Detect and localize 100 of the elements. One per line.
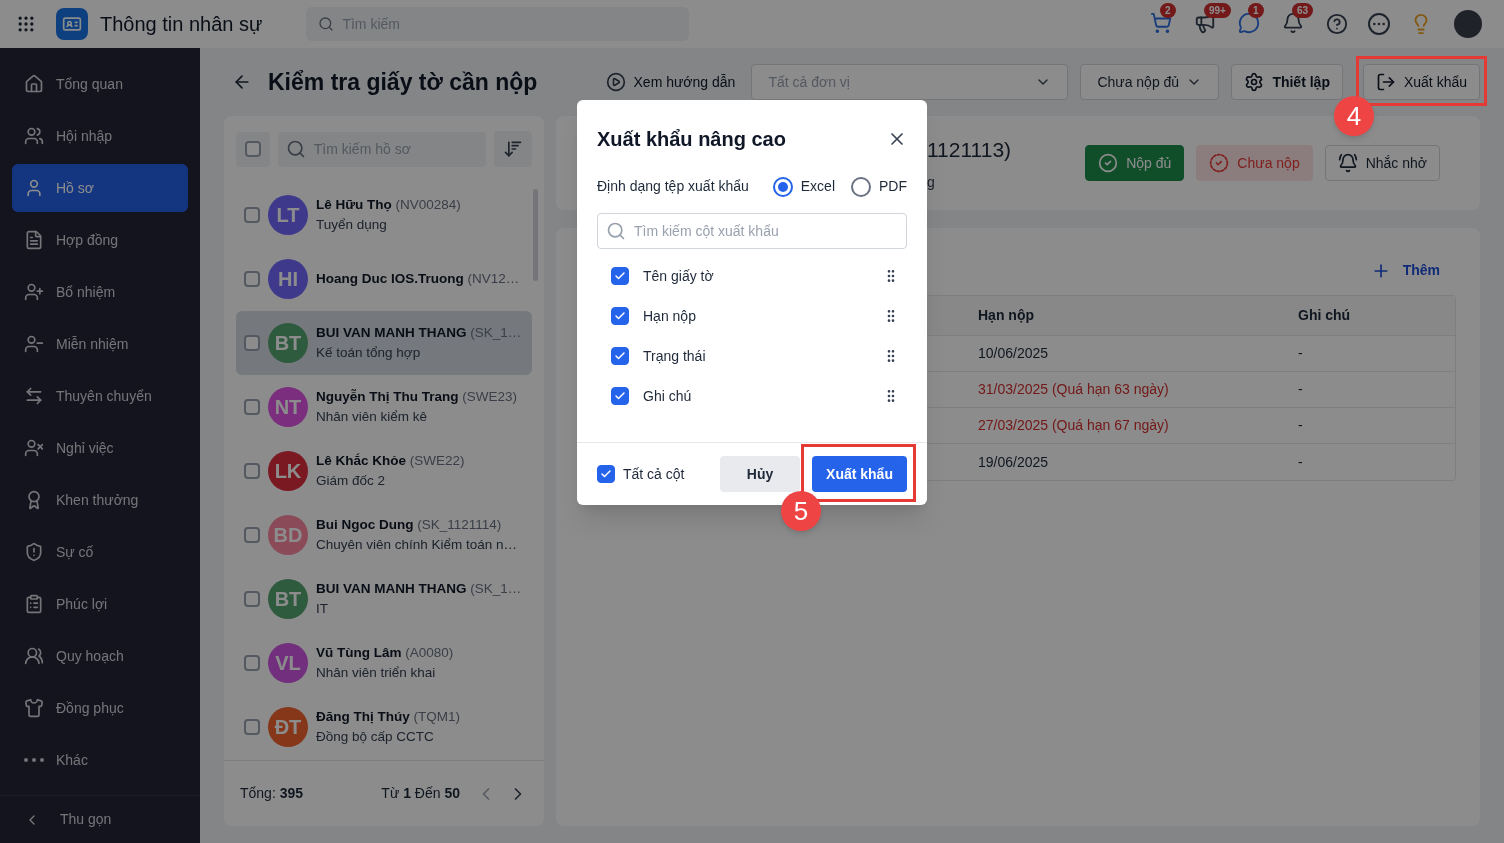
person-minus-icon	[24, 334, 44, 354]
sort-button[interactable]	[494, 131, 532, 167]
note-cell-text: -	[1297, 344, 1303, 363]
checkbox[interactable]	[611, 307, 629, 325]
settings-icon	[1244, 72, 1265, 92]
status-select[interactable]: Chưa nộp đủ	[1080, 64, 1220, 100]
dialog-title: Xuất khẩu nâng cao	[597, 127, 786, 152]
nav-item[interactable]: Khác	[12, 736, 188, 784]
nav-item[interactable]: Nghỉ việc	[12, 424, 188, 472]
shield-icon	[24, 542, 44, 562]
nav-item[interactable]: Thuyên chuyển	[12, 372, 188, 420]
employee-name: Lê Hữu Thọ (NV00284)	[316, 196, 461, 214]
clipboard-icon	[24, 594, 44, 614]
initials-avatar: HI	[268, 259, 308, 299]
status-action-button[interactable]: Nộp đủ	[1085, 145, 1185, 181]
collapse-link[interactable]: Thu gọn	[60, 809, 112, 830]
nav-item[interactable]: Hồ sơ	[12, 164, 188, 212]
dots-icon	[24, 758, 44, 762]
people-icon	[24, 646, 44, 666]
count-badge: 63	[1292, 3, 1314, 18]
employee-subtitle: g	[927, 173, 936, 192]
person-icon	[24, 178, 44, 198]
row-checkbox[interactable]	[244, 335, 260, 351]
row-checkbox[interactable]	[244, 463, 260, 479]
checkbox[interactable]	[597, 465, 615, 483]
format-label: Định dạng tệp xuất khẩu	[597, 177, 749, 196]
more-icon[interactable]	[1368, 13, 1390, 35]
unit-select[interactable]: Tất cả đơn vị	[751, 64, 1069, 100]
employee-position: Nhân viên triển khai	[316, 664, 437, 682]
radio-button[interactable]	[851, 176, 871, 197]
radio-label: Excel	[800, 177, 835, 196]
search-icon	[318, 16, 335, 32]
export-button[interactable]: Xuất khẩu	[1362, 64, 1480, 100]
radio-button[interactable]	[772, 176, 793, 197]
initials-avatar: NT	[268, 387, 308, 427]
status-action-button[interactable]: Chưa nộp	[1196, 145, 1313, 181]
bell-icon[interactable]	[1282, 12, 1304, 34]
initials-avatar: LK	[268, 451, 308, 491]
home-icon	[24, 74, 44, 94]
row-checkbox[interactable]	[244, 655, 260, 671]
employee-name: BUI VAN MANH THANG (SK_1…	[316, 324, 522, 342]
play-icon	[605, 72, 626, 92]
nav-item[interactable]: Quy hoạch	[12, 632, 188, 680]
cancel-button[interactable]: Hủy	[720, 456, 800, 492]
page-range: Từ 1 Đến 50	[381, 784, 460, 803]
select-all-checkbox[interactable]	[244, 141, 261, 157]
check-icon	[614, 270, 626, 282]
nav-item[interactable]: Hợp đồng	[12, 216, 188, 264]
initials-avatar: BT	[268, 323, 308, 363]
row-checkbox[interactable]	[244, 271, 260, 287]
initials-avatar: VL	[268, 643, 308, 683]
nav-item[interactable]: Sự cố	[12, 528, 188, 576]
employee-position: IT	[316, 600, 329, 618]
row-checkbox[interactable]	[244, 207, 260, 223]
nav-item[interactable]: Khen thưởng	[12, 476, 188, 524]
employee-position: Nhân viên kiểm kê	[316, 408, 429, 426]
scrollbar[interactable]	[533, 189, 538, 281]
row-checkbox[interactable]	[244, 719, 260, 735]
employee-name: Nguyễn Thị Thu Trang (SWE23)	[316, 388, 518, 406]
employee-position: Chuyên viên chính Kiểm toán n…	[316, 536, 518, 554]
guide-button[interactable]: Xem hướng dẫn	[605, 71, 736, 93]
checkbox[interactable]	[611, 347, 629, 365]
employee-position: Giám đốc 2	[316, 472, 387, 490]
row-checkbox[interactable]	[244, 591, 260, 607]
nav-item[interactable]: Hội nhập	[12, 112, 188, 160]
employee-row[interactable]: BT BUI VAN MANH THANG (SK_1… Kế toán tổng hợp	[236, 311, 532, 375]
help-icon[interactable]	[1326, 13, 1348, 35]
nav-item[interactable]: Miễn nhiệm	[12, 320, 188, 368]
employee-name: BUI VAN MANH THANG (SK_1…	[316, 580, 522, 598]
app-grid-icon[interactable]	[16, 14, 36, 34]
people-icon	[24, 126, 44, 146]
chat-icon[interactable]	[1238, 12, 1260, 34]
initials-avatar: ĐT	[268, 707, 308, 747]
nav-item[interactable]: Tổng quan	[12, 60, 188, 108]
row-checkbox[interactable]	[244, 399, 260, 415]
confirm-export-button[interactable]: Xuất khẩu	[812, 456, 907, 492]
row-checkbox[interactable]	[244, 527, 260, 543]
search-icon	[285, 139, 306, 159]
add-button[interactable]: Thêm	[1370, 260, 1440, 281]
checkbox[interactable]	[611, 267, 629, 285]
cart-icon[interactable]	[1150, 12, 1172, 34]
person-x-icon	[24, 438, 44, 458]
status-action-button[interactable]: Nhắc nhở	[1324, 145, 1440, 181]
app-title: Thông tin nhân sự	[100, 12, 263, 37]
nav-item[interactable]: Bổ nhiệm	[12, 268, 188, 316]
column-search-field[interactable]: Tìm kiếm cột xuất khẩu	[597, 213, 907, 249]
deadline-cell-text: 10/06/2025	[977, 344, 1050, 363]
employee-position: Tuyển dụng	[316, 216, 388, 234]
settings-button[interactable]: Thiết lập	[1231, 64, 1343, 100]
deadline-cell-text: 31/03/2025 (Quá hạn 63 ngày)	[977, 380, 1170, 399]
employee-name: Hoang Duc IOS.Truong (NV12…	[316, 270, 520, 288]
checkbox[interactable]	[611, 387, 629, 405]
export-icon	[1375, 72, 1396, 92]
sort-icon	[503, 139, 524, 159]
check-circle-icon	[1209, 153, 1230, 173]
nav-item[interactable]: Đồng phục	[12, 684, 188, 732]
column-option-label: Hạn nộp	[643, 306, 696, 326]
nav-item[interactable]: Phúc lợi	[12, 580, 188, 628]
deadline-cell-text: 27/03/2025 (Quá hạn 67 ngày)	[977, 416, 1170, 435]
note-cell-text: -	[1297, 452, 1303, 472]
